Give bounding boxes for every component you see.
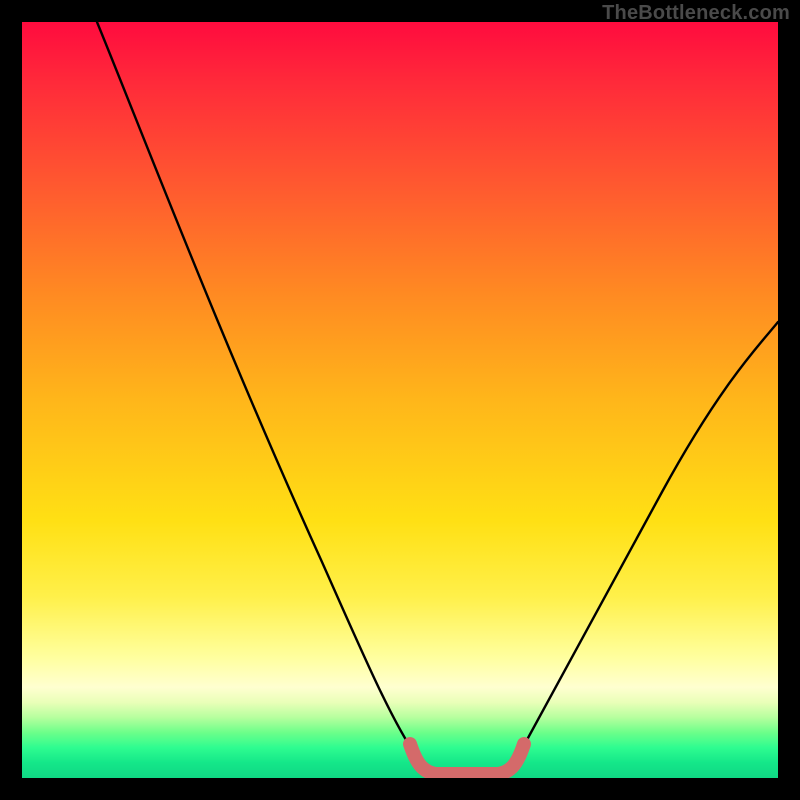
watermark-text: TheBottleneck.com	[602, 2, 790, 25]
chart-frame: TheBottleneck.com	[0, 0, 800, 800]
bottleneck-curve	[97, 22, 778, 774]
chart-plot-area	[22, 22, 778, 778]
optimal-range-highlight	[410, 744, 524, 774]
chart-svg	[22, 22, 778, 778]
